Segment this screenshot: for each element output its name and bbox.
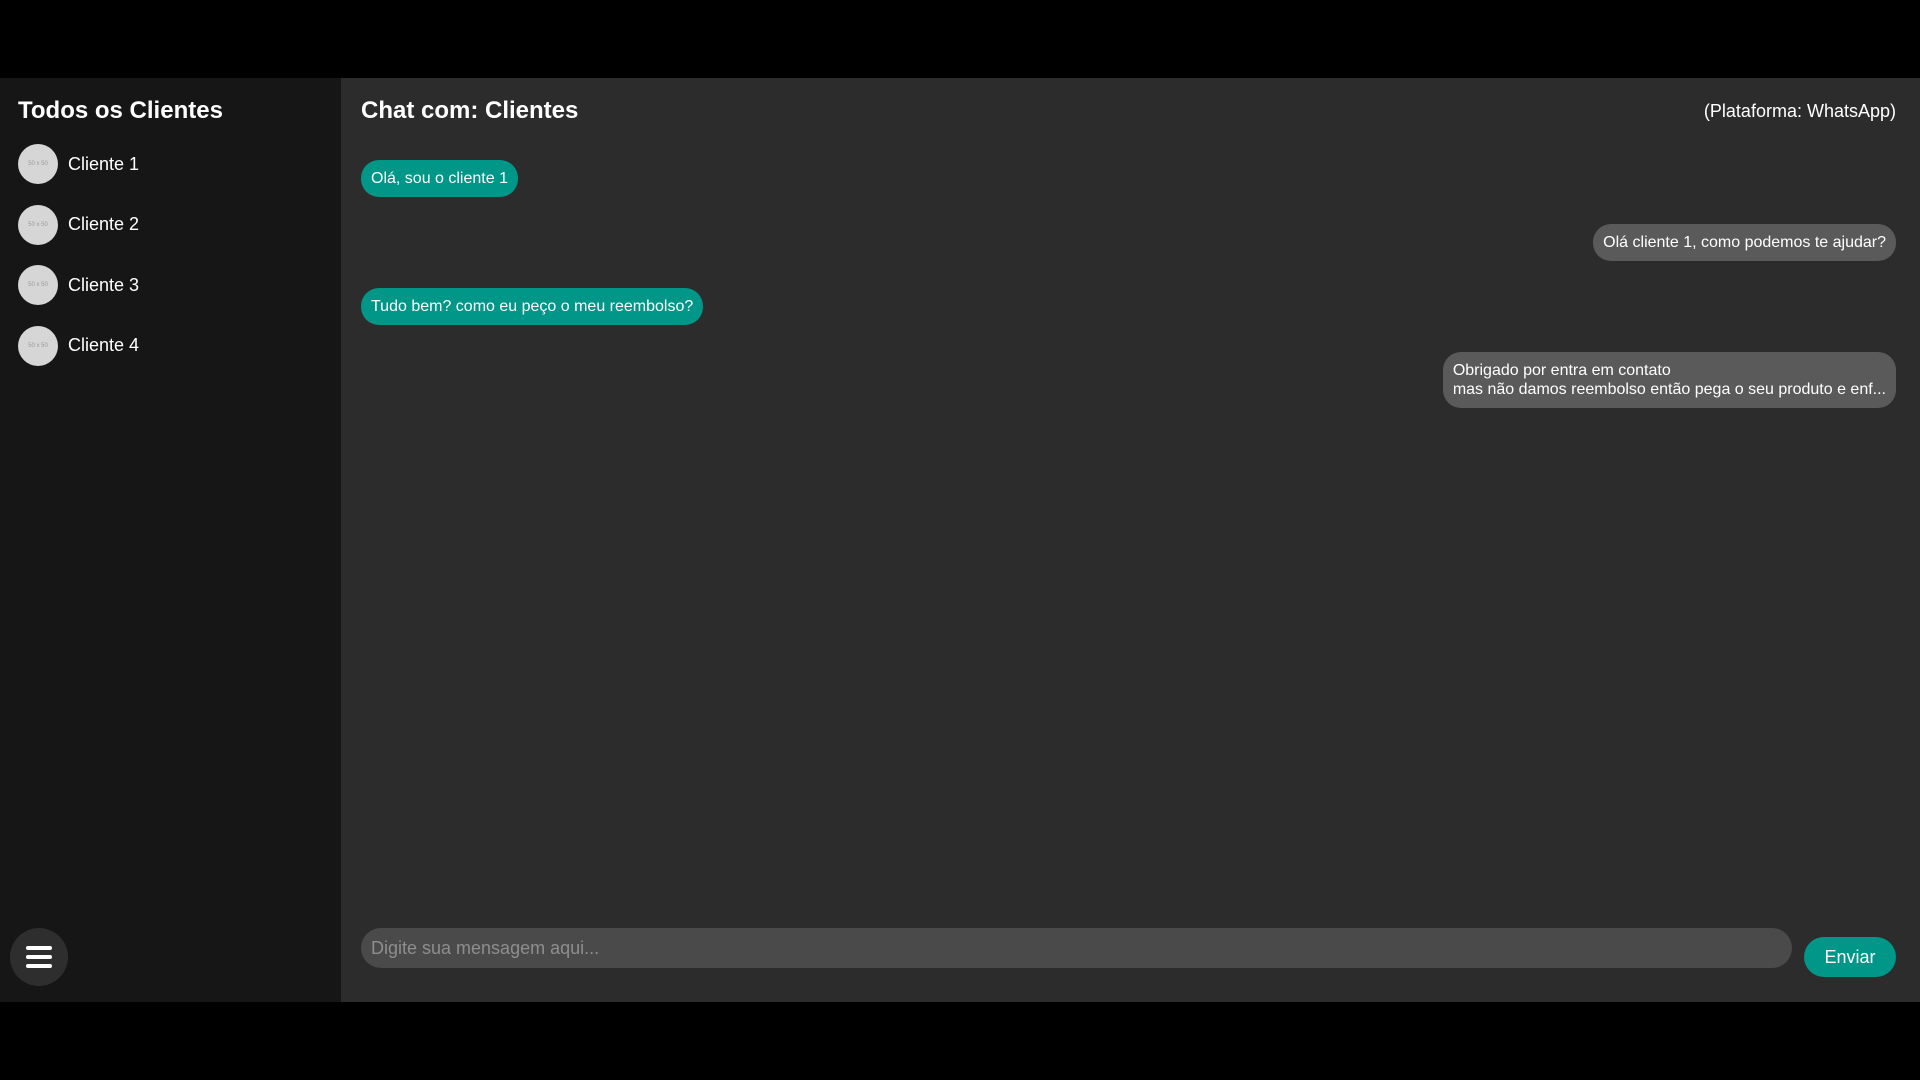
client-name: Cliente 1 (68, 153, 140, 174)
message-row: Olá, sou o cliente 1 (361, 160, 1896, 197)
sidebar-title: Todos os Clientes (18, 97, 223, 124)
hamburger-menu-icon (26, 946, 52, 968)
message-row: Tudo bem? como eu peço o meu reembolso? (361, 288, 1896, 325)
message-input[interactable] (361, 928, 1792, 968)
client-name: Cliente 2 (68, 214, 140, 234)
message-list: Olá, sou o cliente 1 Olá cliente 1, como… (361, 160, 1896, 435)
chat-panel: Chat com: Clientes (Plataforma: WhatsApp… (341, 78, 1920, 1002)
app-window: Todos os Clientes 50 x 50 Cliente 1 50 x… (0, 78, 1920, 1002)
chat-header: Chat com: Clientes (Plataforma: WhatsApp… (361, 96, 1896, 126)
client-name: Cliente 4 (68, 335, 140, 355)
client-sidebar: Todos os Clientes 50 x 50 Cliente 1 50 x… (0, 78, 341, 1002)
chat-platform-label: (Plataforma: WhatsApp) (1703, 100, 1896, 121)
outgoing-message: Olá cliente 1, como podemos te ajudar? (1593, 224, 1896, 261)
client-item-4[interactable]: 50 x 50 Cliente 4 (18, 325, 323, 366)
client-avatar: 50 x 50 (18, 325, 58, 366)
client-avatar: 50 x 50 (18, 265, 58, 305)
client-name: Cliente 3 (68, 274, 140, 295)
message-row: Olá cliente 1, como podemos te ajudar? (361, 224, 1896, 261)
outgoing-message: Obrigado por entra em contato mas não da… (1442, 352, 1896, 408)
send-button[interactable]: Enviar (1804, 937, 1896, 977)
client-avatar: 50 x 50 (18, 204, 58, 245)
client-avatar: 50 x 50 (18, 144, 58, 184)
client-item-1[interactable]: 50 x 50 Cliente 1 (18, 144, 323, 184)
message-row: Obrigado por entra em contato mas não da… (361, 352, 1896, 408)
client-item-2[interactable]: 50 x 50 Cliente 2 (18, 204, 323, 245)
chat-title: Chat com: Clientes (361, 97, 579, 124)
client-item-3[interactable]: 50 x 50 Cliente 3 (18, 265, 323, 305)
menu-button[interactable] (10, 928, 68, 986)
incoming-message: Olá, sou o cliente 1 (361, 160, 518, 197)
client-list: 50 x 50 Cliente 1 50 x 50 Cliente 2 50 x… (18, 144, 323, 366)
incoming-message: Tudo bem? como eu peço o meu reembolso? (361, 288, 704, 325)
composer: Enviar (361, 928, 1896, 982)
